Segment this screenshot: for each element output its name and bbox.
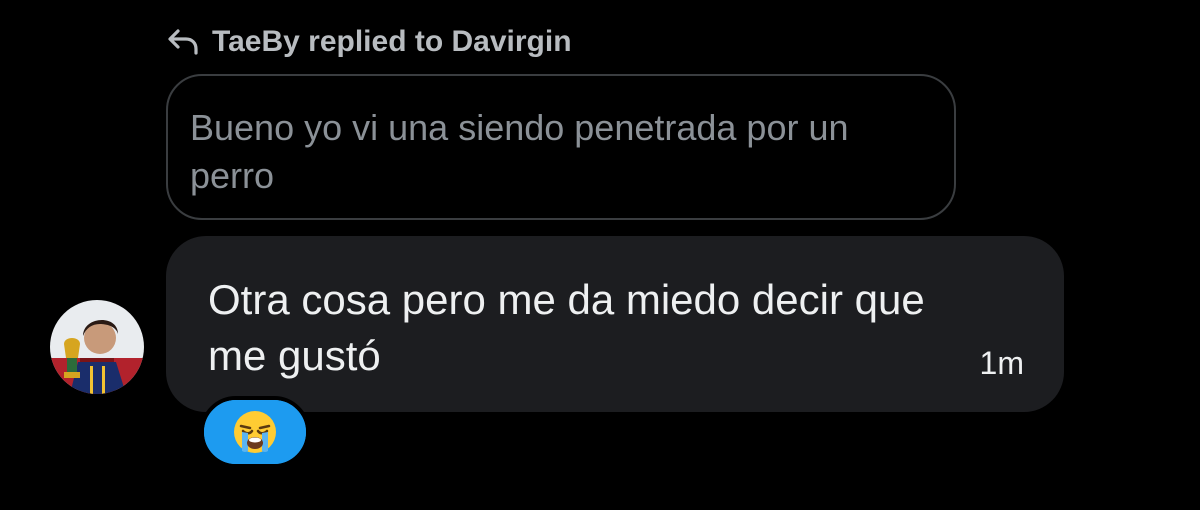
reaction-badge[interactable] xyxy=(200,396,310,468)
reaction-background xyxy=(204,400,306,464)
message-text: Otra cosa pero me da miedo decir que me … xyxy=(208,276,925,379)
message-timestamp: 1m xyxy=(979,345,1024,381)
avatar[interactable] xyxy=(50,300,144,394)
reply-context: TaeBy replied to Davirgin xyxy=(166,22,572,62)
quoted-message-text: Bueno yo vi una siendo penetrada por un … xyxy=(190,107,849,196)
loudly-crying-face-icon xyxy=(234,411,276,453)
quoted-message[interactable]: Bueno yo vi una siendo penetrada por un … xyxy=(166,74,956,220)
reply-context-label: TaeBy replied to Davirgin xyxy=(212,25,572,58)
reply-arrow-icon xyxy=(166,27,202,57)
message-bubble[interactable]: Otra cosa pero me da miedo decir que me … xyxy=(166,236,1064,412)
avatar-image xyxy=(50,300,144,394)
